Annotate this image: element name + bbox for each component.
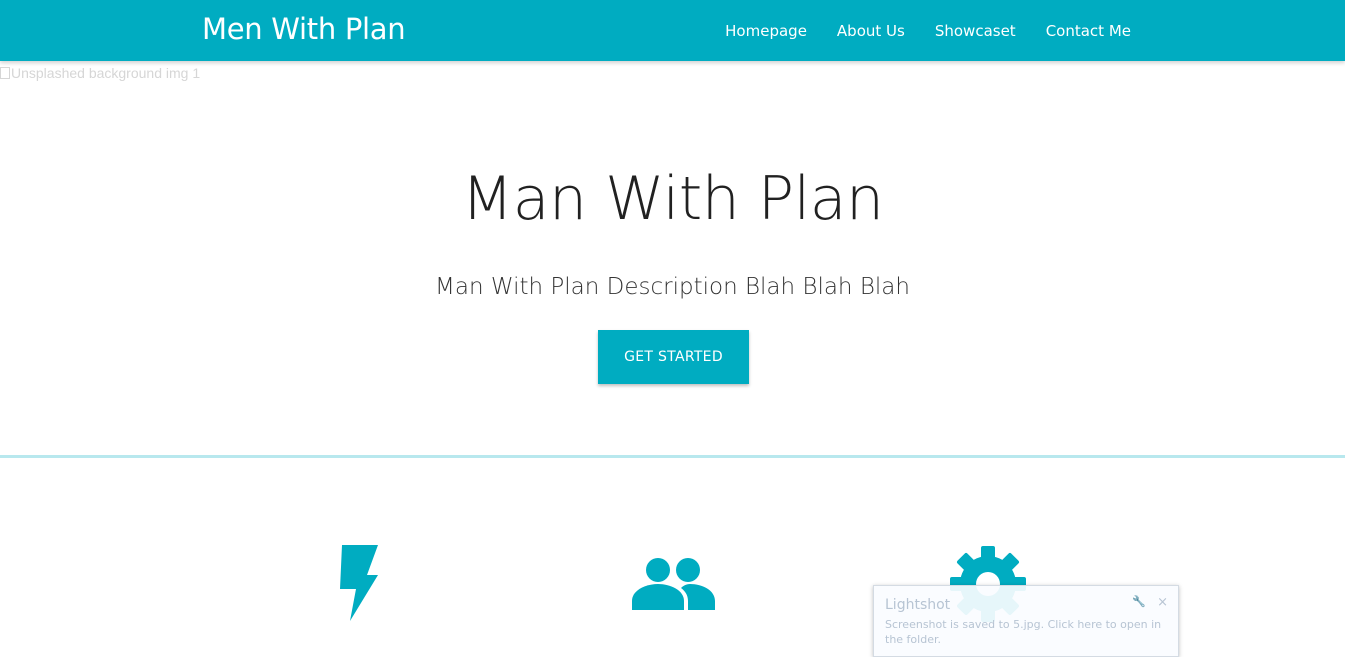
get-started-button[interactable]: GET STARTED <box>598 330 749 384</box>
broken-image-icon <box>0 67 10 79</box>
lightning-bolt-icon <box>340 545 378 621</box>
hero-description: Man With Plan Description Blah Blah Blah <box>435 274 910 300</box>
top-navbar: Men With Plan Homepage About Us Showcase… <box>0 0 1345 61</box>
people-icon <box>632 558 715 610</box>
hero-title: Man With Plan <box>461 164 884 234</box>
nav-link-homepage[interactable]: Homepage <box>725 22 807 40</box>
hero-background-image: Unsplashed background img 1 <box>0 65 200 81</box>
nav-link-showcase[interactable]: Showcaset <box>935 22 1016 40</box>
lightshot-notification[interactable]: Lightshot 🔧 × Screenshot is saved to 5.j… <box>873 585 1179 657</box>
section-divider <box>0 455 1345 458</box>
brand-logo-link[interactable]: Men With Plan <box>202 12 406 46</box>
notification-message[interactable]: Screenshot is saved to 5.jpg. Click here… <box>885 617 1170 647</box>
hero-section: Man With Plan Man With Plan Description … <box>0 61 1345 456</box>
hero-image-alt-text: Unsplashed background img 1 <box>11 65 201 81</box>
notification-title: Lightshot <box>885 597 951 613</box>
nav-link-about-us[interactable]: About Us <box>837 22 905 40</box>
nav-link-contact-me[interactable]: Contact Me <box>1046 22 1131 40</box>
nav-links: Homepage About Us Showcaset Contact Me <box>695 0 1131 61</box>
close-icon[interactable]: × <box>1157 595 1168 610</box>
wrench-icon[interactable]: 🔧 <box>1132 595 1146 608</box>
